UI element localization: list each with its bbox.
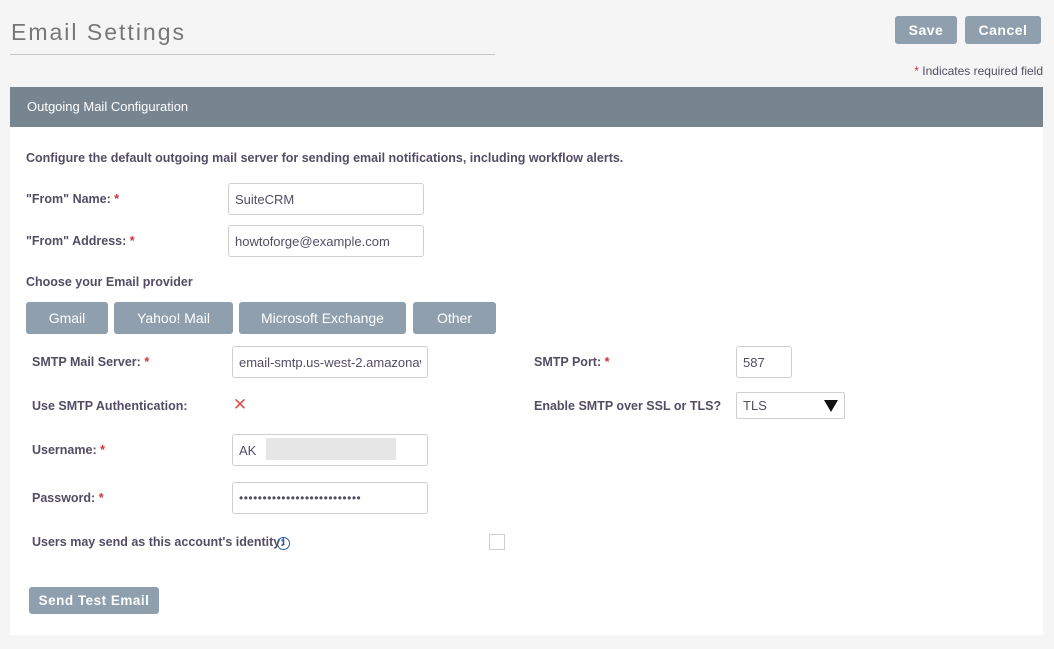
- send-as-identity-label: Users may send as this account's identit…: [32, 535, 285, 549]
- required-star: *: [129, 234, 135, 248]
- from-name-label: "From" Name: *: [26, 192, 119, 206]
- from-address-label: "From" Address: *: [26, 234, 135, 248]
- required-star: *: [114, 192, 120, 206]
- required-field-note: * Indicates required field: [914, 64, 1043, 78]
- smtp-port-label-text: SMTP Port:: [534, 355, 602, 369]
- provider-exchange-button[interactable]: Microsoft Exchange: [239, 302, 406, 334]
- panel-description: Configure the default outgoing mail serv…: [26, 151, 624, 165]
- dropdown-caret-icon: [824, 400, 838, 412]
- ssl-tls-label: Enable SMTP over SSL or TLS?: [534, 399, 722, 413]
- page-title: Email Settings: [10, 14, 495, 55]
- outgoing-mail-panel: Outgoing Mail Configuration Configure th…: [10, 87, 1043, 635]
- required-note-text: Indicates required field: [918, 64, 1043, 78]
- info-icon[interactable]: i: [277, 537, 290, 550]
- provider-other-button[interactable]: Other: [413, 302, 496, 334]
- provider-gmail-button[interactable]: Gmail: [26, 302, 108, 334]
- cancel-button[interactable]: Cancel: [965, 16, 1041, 44]
- smtp-auth-checkbox[interactable]: ✕: [231, 396, 249, 414]
- username-field-wrapper: [232, 434, 428, 466]
- required-star: *: [98, 491, 104, 505]
- smtp-auth-label: Use SMTP Authentication:: [32, 399, 188, 413]
- from-name-label-text: "From" Name:: [26, 192, 111, 206]
- smtp-port-label: SMTP Port: *: [534, 355, 610, 369]
- required-star: *: [100, 443, 105, 457]
- smtp-port-input[interactable]: [736, 346, 792, 378]
- username-label-text: Username:: [32, 443, 97, 457]
- provider-yahoo-button[interactable]: Yahoo! Mail: [114, 302, 233, 334]
- smtp-server-label: SMTP Mail Server: *: [32, 355, 149, 369]
- save-button[interactable]: Save: [895, 16, 957, 44]
- send-as-identity-checkbox[interactable]: [489, 534, 505, 550]
- smtp-server-input[interactable]: [232, 346, 428, 378]
- password-label: Password: *: [32, 491, 104, 505]
- ssl-tls-select[interactable]: TLS: [736, 392, 845, 419]
- username-label: Username: *: [32, 443, 105, 457]
- from-address-input[interactable]: [228, 225, 424, 257]
- from-address-label-text: "From" Address:: [26, 234, 127, 248]
- required-star: *: [144, 355, 150, 369]
- password-input[interactable]: [232, 482, 428, 514]
- smtp-server-label-text: SMTP Mail Server:: [32, 355, 141, 369]
- password-label-text: Password:: [32, 491, 96, 505]
- ssl-tls-selected-value: TLS: [743, 398, 767, 413]
- send-test-email-button[interactable]: Send Test Email: [29, 587, 159, 614]
- panel-header[interactable]: Outgoing Mail Configuration: [10, 87, 1043, 127]
- required-star: *: [604, 355, 610, 369]
- email-provider-label: Choose your Email provider: [26, 275, 193, 289]
- from-name-input[interactable]: [228, 183, 424, 215]
- redacted-area: [266, 438, 396, 460]
